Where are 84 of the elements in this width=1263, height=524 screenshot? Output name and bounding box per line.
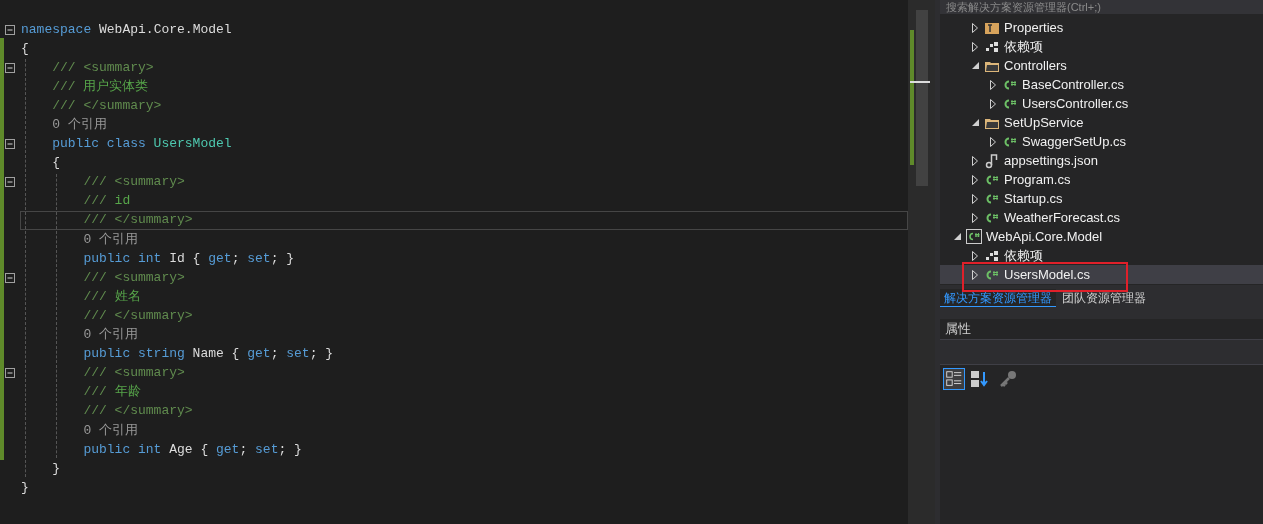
item-label: SetUpService xyxy=(1004,113,1084,132)
item-label: BaseController.cs xyxy=(1022,75,1124,94)
collapsed-arrow-icon[interactable] xyxy=(990,79,996,90)
code-line: /// <summary> xyxy=(52,58,154,77)
references-icon xyxy=(984,248,1000,263)
tree-item[interactable]: Startup.cs xyxy=(940,189,1263,208)
references-icon xyxy=(984,39,1000,54)
sort-alphabetical-icon[interactable] xyxy=(969,369,989,389)
code-line: /// <summary> xyxy=(83,268,185,287)
collapse-icon[interactable] xyxy=(5,177,15,188)
collapsed-arrow-icon[interactable] xyxy=(990,98,996,109)
tree-item[interactable]: SetUpService xyxy=(940,113,1263,132)
code-line: } xyxy=(21,478,29,497)
tree-item[interactable]: 依赖项 xyxy=(940,37,1263,56)
reference-count[interactable]: 0 个引用 xyxy=(83,230,138,249)
collapse-icon[interactable] xyxy=(5,272,15,283)
collapsed-arrow-icon[interactable] xyxy=(972,22,978,33)
collapsed-arrow-icon[interactable] xyxy=(972,41,978,52)
code-line: { xyxy=(52,154,60,173)
item-label: Program.cs xyxy=(1004,170,1071,189)
item-label: UsersModel.cs xyxy=(1004,265,1090,284)
expanded-arrow-icon[interactable] xyxy=(971,119,979,126)
code-line: public int Age { get; set; } xyxy=(83,440,302,459)
tree-item[interactable]: Program.cs xyxy=(940,170,1263,189)
reference-count[interactable]: 0 个引用 xyxy=(52,116,107,134)
collapse-icon[interactable] xyxy=(5,62,15,73)
tree-item[interactable]: WeatherForecast.cs xyxy=(940,208,1263,227)
item-label: WeatherForecast.cs xyxy=(1004,208,1121,227)
item-label: 依赖项 xyxy=(1004,37,1043,56)
collapsed-arrow-icon[interactable] xyxy=(972,250,978,261)
item-label: appsettings.json xyxy=(1004,151,1098,170)
item-label: SwaggerSetUp.cs xyxy=(1022,132,1127,151)
json-file-icon xyxy=(984,152,1000,169)
item-label: Controllers xyxy=(1004,56,1067,75)
tree-item[interactable]: Controllers xyxy=(940,56,1263,75)
panel-title: 属性 xyxy=(945,320,971,339)
search-field[interactable]: 搜索解决方案资源管理器(Ctrl+;) xyxy=(940,0,1263,14)
tree-item[interactable]: Properties xyxy=(940,18,1263,37)
reference-count[interactable]: 0 个引用 xyxy=(83,421,138,440)
collapsed-arrow-icon[interactable] xyxy=(972,193,978,204)
expanded-arrow-icon[interactable] xyxy=(953,233,961,240)
collapsed-arrow-icon[interactable] xyxy=(972,212,978,223)
code-line: namespace WebApi.Core.Model xyxy=(21,20,232,39)
collapsed-arrow-icon[interactable] xyxy=(972,155,978,166)
code-line: public class UsersModel xyxy=(52,135,232,154)
item-label: Properties xyxy=(1004,18,1064,37)
code-line: /// id xyxy=(83,192,131,211)
collapse-icon[interactable] xyxy=(5,368,15,379)
item-label: 依赖项 xyxy=(1004,246,1043,265)
categorized-icon[interactable] xyxy=(943,368,965,390)
tree-item[interactable]: 依赖项 xyxy=(940,246,1263,265)
code-line: /// 年龄 xyxy=(83,383,141,402)
expanded-arrow-icon[interactable] xyxy=(971,62,979,69)
code-line: { xyxy=(21,39,29,58)
collapsed-arrow-icon[interactable] xyxy=(972,269,978,280)
tree-item[interactable]: UsersModel.cs xyxy=(940,265,1263,284)
code-line: /// </summary> xyxy=(83,402,193,421)
code-line: /// </summary> xyxy=(52,96,162,115)
item-label: Startup.cs xyxy=(1004,189,1063,208)
panel-tab[interactable]: 解决方案资源管理器 xyxy=(940,289,1056,307)
tree-item[interactable]: SwaggerSetUp.cs xyxy=(940,132,1263,151)
csharp-project-icon xyxy=(966,229,982,244)
tree-item[interactable]: BaseController.cs xyxy=(940,75,1263,94)
item-label: WebApi.Core.Model xyxy=(986,227,1103,246)
tree-item[interactable]: appsettings.json xyxy=(940,151,1263,170)
code-line: /// </summary> xyxy=(83,211,193,230)
collapsed-arrow-icon[interactable] xyxy=(990,136,996,147)
collapse-icon[interactable] xyxy=(5,139,15,150)
code-line: public string Name { get; set; } xyxy=(83,345,334,364)
code-line: /// </summary> xyxy=(83,306,193,325)
panel-tab[interactable]: 团队资源管理器 xyxy=(1058,289,1150,307)
collapsed-arrow-icon[interactable] xyxy=(972,174,978,185)
scrollbar[interactable] xyxy=(908,0,935,524)
collapse-icon[interactable] xyxy=(5,24,15,35)
code-line: public int Id { get; set; } xyxy=(83,249,295,268)
item-label: UsersController.cs xyxy=(1022,94,1129,113)
reference-count[interactable]: 0 个引用 xyxy=(83,326,138,345)
tree-item[interactable]: WebApi.Core.Model xyxy=(940,227,1263,246)
tree-item[interactable]: UsersController.cs xyxy=(940,94,1263,113)
code-line: /// 姓名 xyxy=(83,287,141,306)
code-line: /// <summary> xyxy=(83,364,185,383)
code-line: /// 用户实体类 xyxy=(52,77,149,96)
code-line: } xyxy=(52,459,60,478)
code-line: /// <summary> xyxy=(83,173,185,192)
